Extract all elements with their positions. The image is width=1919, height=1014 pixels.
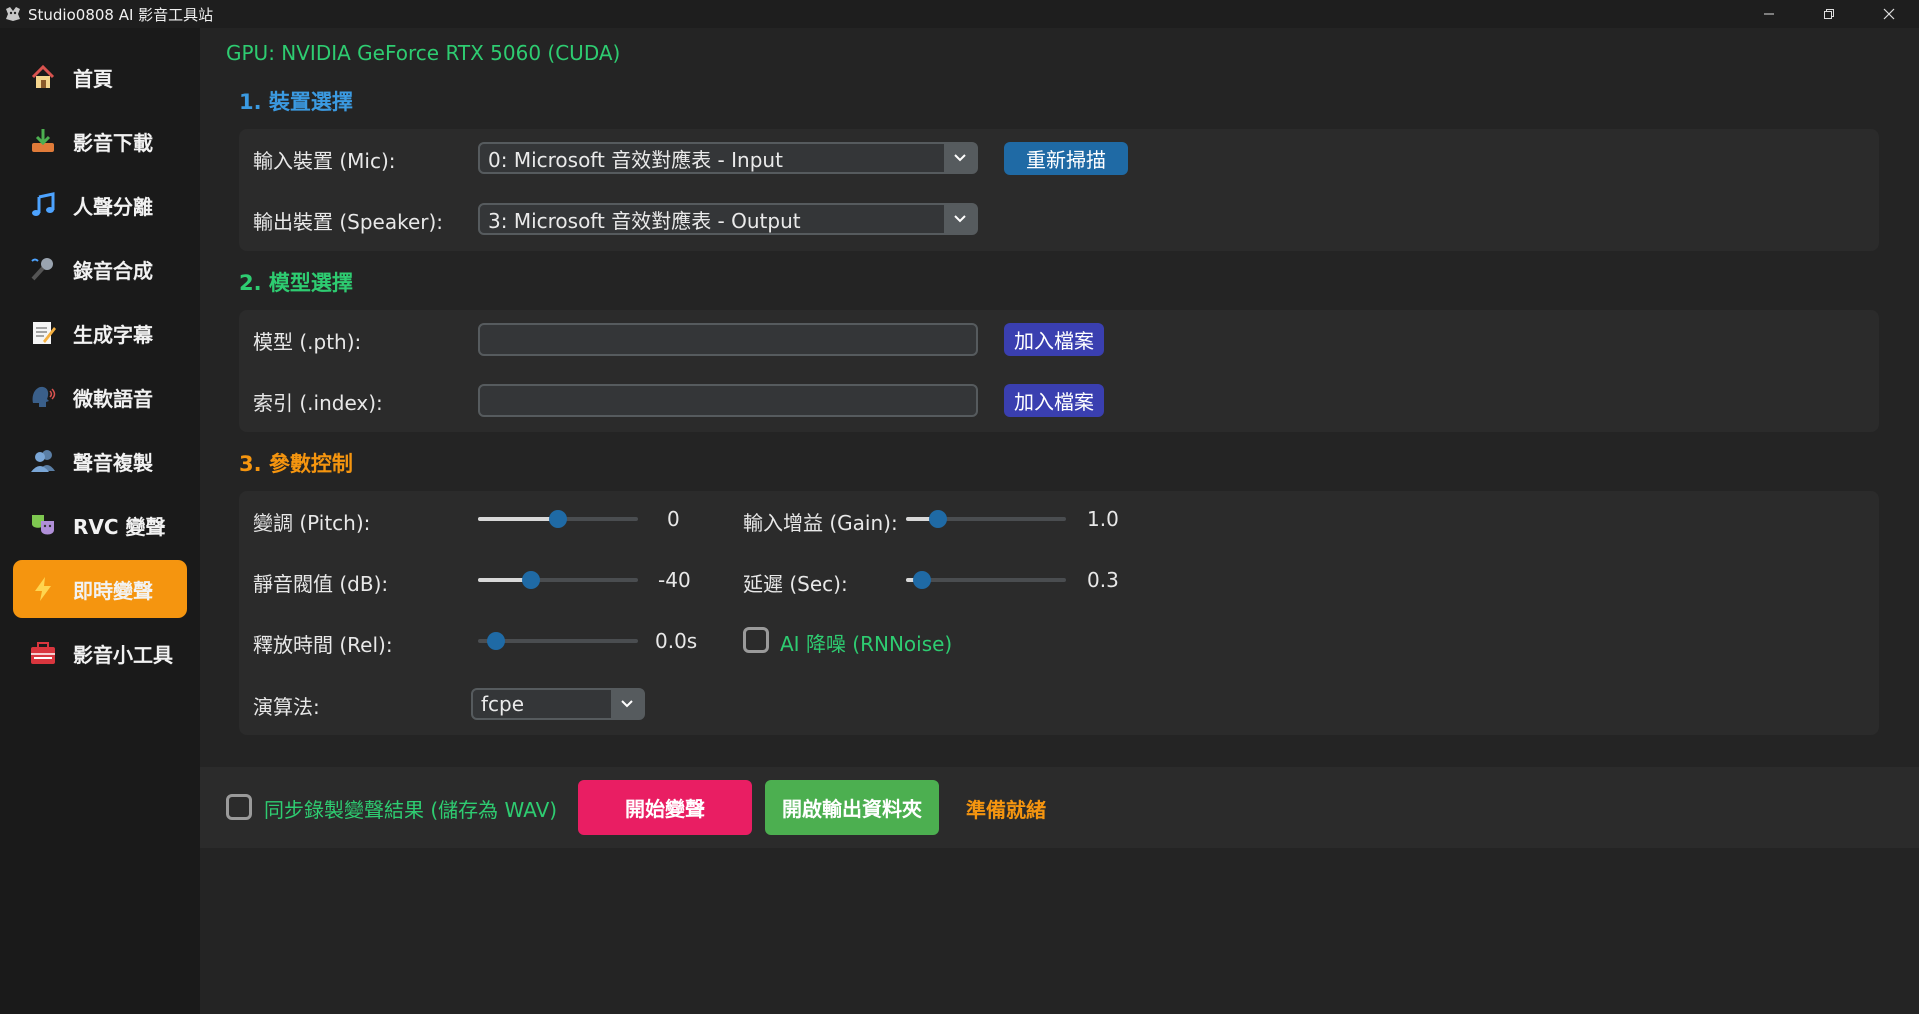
sidebar-item-realtime-voice-change[interactable]: 即時變聲 [13,560,187,618]
minimize-icon [1764,13,1774,15]
gain-slider[interactable] [906,509,1066,529]
silence-threshold-value: -40 [658,568,691,592]
denoise-label[interactable]: AI 降噪 (RNNoise) [780,628,952,657]
silence-threshold-label: 靜音閥值 (dB): [253,572,389,596]
index-file-input[interactable] [478,384,978,417]
sidebar-item-label: 人聲分離 [73,194,153,219]
device-section-title: 1. 裝置選擇 [239,90,353,114]
home-icon [27,61,59,93]
music-note-icon [27,189,59,221]
rescan-button[interactable]: 重新掃描 [1004,142,1128,175]
device-panel: 輸入裝置 (Mic): 0: Microsoft 音效對應表 - Input 重… [239,129,1879,251]
index-file-label: 索引 (.index): [253,391,383,415]
toolbox-icon [27,637,59,669]
sidebar-item-label: RVC 變聲 [73,514,166,539]
output-device-select[interactable]: 3: Microsoft 音效對應表 - Output [478,203,978,235]
bottom-action-bar: 同步錄製變聲結果 (儲存為 WAV) 開始變聲 開啟輸出資料夾 準備就緒 [200,767,1919,848]
sidebar-item-label: 即時變聲 [73,578,153,603]
download-icon [27,125,59,157]
close-icon [1883,8,1895,20]
open-output-folder-button[interactable]: 開啟輸出資料夾 [765,780,939,835]
start-voice-change-button[interactable]: 開始變聲 [578,780,752,835]
release-time-slider[interactable] [478,631,638,651]
speaking-head-icon [27,381,59,413]
delay-slider[interactable] [906,570,1066,590]
sidebar-item-download[interactable]: 影音下載 [13,112,187,170]
slider-handle[interactable] [549,510,567,528]
sidebar-item-ms-tts[interactable]: 微軟語音 [13,368,187,426]
close-button[interactable] [1859,0,1919,28]
sidebar-item-label: 首頁 [73,66,113,91]
add-model-file-button[interactable]: 加入檔案 [1004,323,1104,356]
window-title: Studio0808 AI 影音工具站 [28,5,214,24]
input-device-label: 輸入裝置 (Mic): [253,149,396,173]
minimize-button[interactable] [1739,0,1799,28]
theater-masks-icon [27,509,59,541]
people-icon [27,445,59,477]
delay-label: 延遲 (Sec): [743,572,848,596]
input-device-value: 0: Microsoft 音效對應表 - Input [488,147,783,172]
model-file-input[interactable] [478,323,978,356]
sidebar-item-label: 錄音合成 [73,258,153,283]
sidebar-item-voice-clone[interactable]: 聲音複製 [13,432,187,490]
output-device-label: 輸出裝置 (Speaker): [253,210,444,234]
sidebar: 首頁 影音下載 人聲分離 錄音合成 生成字幕 微軟語音 聲音複製 RVC 變聲 … [0,28,200,1014]
chevron-down-icon[interactable] [611,690,643,718]
app-logo-icon [4,5,22,23]
sidebar-item-recording[interactable]: 錄音合成 [13,240,187,298]
pitch-slider[interactable] [478,509,638,529]
input-device-select[interactable]: 0: Microsoft 音效對應表 - Input [478,142,978,174]
sidebar-item-rvc[interactable]: RVC 變聲 [13,496,187,554]
params-panel: 變調 (Pitch): 0 輸入增益 (Gain): 1.0 靜音閥值 (dB)… [239,491,1879,735]
chevron-down-icon[interactable] [944,205,976,233]
algorithm-value: fcpe [481,692,525,716]
params-section-title: 3. 參數控制 [239,452,353,476]
record-label[interactable]: 同步錄製變聲結果 (儲存為 WAV) [264,794,557,823]
sidebar-item-label: 生成字幕 [73,322,153,347]
sidebar-item-label: 微軟語音 [73,386,153,411]
delay-value: 0.3 [1087,568,1119,592]
release-time-value: 0.0s [655,629,698,653]
pitch-label: 變調 (Pitch): [253,511,371,535]
sidebar-item-label: 影音小工具 [73,642,173,667]
algorithm-label: 演算法: [253,695,320,719]
sidebar-item-subtitles[interactable]: 生成字幕 [13,304,187,362]
model-panel: 模型 (.pth): 加入檔案 索引 (.index): 加入檔案 [239,310,1879,432]
record-checkbox[interactable] [226,794,252,820]
sidebar-item-vocal-separation[interactable]: 人聲分離 [13,176,187,234]
gain-label: 輸入增益 (Gain): [743,511,898,535]
algorithm-select[interactable]: fcpe [471,688,645,720]
microphone-icon [27,253,59,285]
model-file-label: 模型 (.pth): [253,330,362,354]
slider-handle[interactable] [913,571,931,589]
silence-threshold-slider[interactable] [478,570,638,590]
sidebar-item-home[interactable]: 首頁 [13,48,187,106]
sidebar-item-label: 聲音複製 [73,450,153,475]
slider-handle[interactable] [522,571,540,589]
add-index-file-button[interactable]: 加入檔案 [1004,384,1104,417]
pitch-value: 0 [667,507,680,531]
memo-icon [27,317,59,349]
sidebar-item-media-tools[interactable]: 影音小工具 [13,624,187,682]
model-section-title: 2. 模型選擇 [239,271,353,295]
lightning-icon [27,573,59,605]
sidebar-item-label: 影音下載 [73,130,153,155]
release-time-label: 釋放時間 (Rel): [253,633,393,657]
gpu-info: GPU: NVIDIA GeForce RTX 5060 (CUDA) [226,41,621,65]
output-device-value: 3: Microsoft 音效對應表 - Output [488,208,801,233]
chevron-down-icon[interactable] [944,144,976,172]
denoise-checkbox[interactable] [743,627,769,653]
status-text: 準備就緒 [966,798,1046,822]
gain-value: 1.0 [1087,507,1119,531]
main-content: GPU: NVIDIA GeForce RTX 5060 (CUDA) 1. 裝… [200,28,1919,1014]
restore-icon [1824,9,1834,19]
slider-handle[interactable] [929,510,947,528]
title-bar: Studio0808 AI 影音工具站 [0,0,1919,28]
restore-button[interactable] [1799,0,1859,28]
slider-handle[interactable] [487,632,505,650]
